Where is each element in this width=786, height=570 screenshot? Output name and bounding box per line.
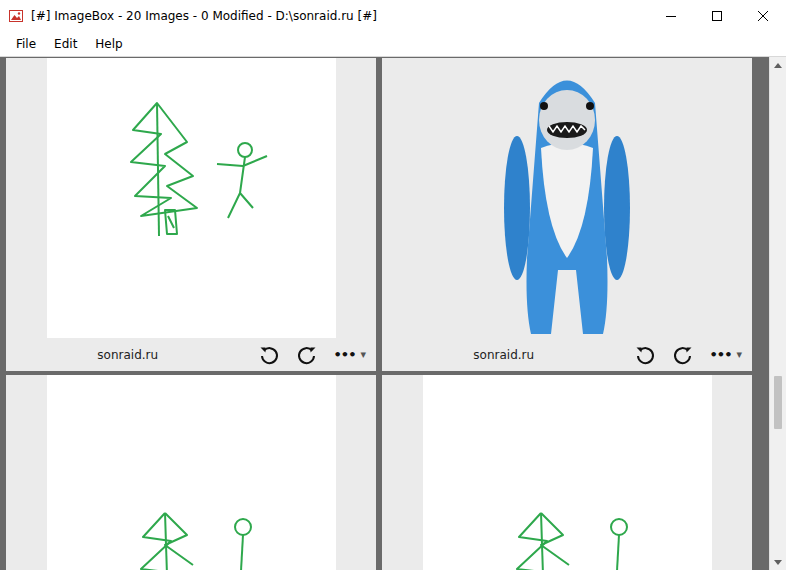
image-icon [9, 9, 23, 23]
image-card[interactable]: sonraid.ru ••• ▾ [6, 58, 376, 371]
drawing-image [47, 375, 336, 570]
rotate-right-icon [672, 344, 694, 366]
track-space [770, 73, 786, 376]
image-area [382, 58, 752, 338]
window-title: [#] ImageBox - 20 Images - 0 Modified - … [31, 9, 648, 23]
rotate-right-button[interactable] [288, 341, 326, 369]
window-controls [648, 0, 786, 32]
maximize-icon [712, 11, 722, 21]
rotate-left-button[interactable] [250, 341, 288, 369]
image-area [6, 58, 376, 338]
shark-photo [497, 58, 637, 338]
image-caption: sonraid.ru [6, 348, 250, 362]
dropdown-arrow: ▾ [736, 348, 742, 361]
maximize-button[interactable] [694, 0, 740, 32]
drawing-image [47, 58, 336, 338]
image-grid: sonraid.ru ••• ▾ sonraid.ru ••• ▾ ••• ▾ … [0, 57, 769, 570]
image-card[interactable]: ••• ▾ [6, 375, 376, 570]
up-arrow-icon [774, 63, 782, 68]
close-button[interactable] [740, 0, 786, 32]
menu-bar: FileEditHelp [0, 32, 786, 57]
menu-item[interactable]: File [8, 35, 44, 53]
caption-row: sonraid.ru ••• ▾ [6, 338, 376, 371]
rotate-left-icon [634, 344, 656, 366]
minimize-icon [666, 11, 676, 21]
rotate-left-button[interactable] [626, 341, 664, 369]
rotate-right-button[interactable] [664, 341, 702, 369]
minimize-button[interactable] [648, 0, 694, 32]
image-caption: sonraid.ru [382, 348, 626, 362]
sketch-drawing [47, 375, 336, 570]
title-bar: [#] ImageBox - 20 Images - 0 Modified - … [0, 0, 786, 32]
scroll-down-button[interactable] [770, 554, 786, 570]
vertical-scrollbar[interactable] [769, 57, 786, 570]
more-button[interactable]: ••• ▾ [702, 347, 744, 362]
close-icon [758, 11, 768, 21]
scroll-thumb[interactable] [774, 376, 782, 429]
rotate-right-icon [296, 344, 318, 366]
menu-item[interactable]: Edit [46, 35, 85, 53]
drawing-image [423, 375, 712, 570]
gallery-area: sonraid.ru ••• ▾ sonraid.ru ••• ▾ ••• ▾ … [0, 57, 786, 570]
sketch-drawing [47, 58, 336, 338]
dropdown-arrow: ▾ [360, 348, 366, 361]
more-dots: ••• [710, 347, 732, 362]
scroll-up-button[interactable] [770, 57, 786, 73]
app-window: [#] ImageBox - 20 Images - 0 Modified - … [0, 0, 786, 570]
menu-item[interactable]: Help [87, 35, 130, 53]
more-button[interactable]: ••• ▾ [326, 347, 368, 362]
caption-row: sonraid.ru ••• ▾ [382, 338, 752, 371]
sketch-drawing [423, 375, 712, 570]
down-arrow-icon [774, 560, 782, 565]
track-space [770, 429, 786, 554]
rotate-left-icon [258, 344, 280, 366]
image-area [6, 375, 376, 570]
more-dots: ••• [334, 347, 356, 362]
image-card[interactable]: ••• ▾ [382, 375, 752, 570]
scroll-track[interactable] [770, 73, 786, 554]
image-area [382, 375, 752, 570]
image-card[interactable]: sonraid.ru ••• ▾ [382, 58, 752, 371]
